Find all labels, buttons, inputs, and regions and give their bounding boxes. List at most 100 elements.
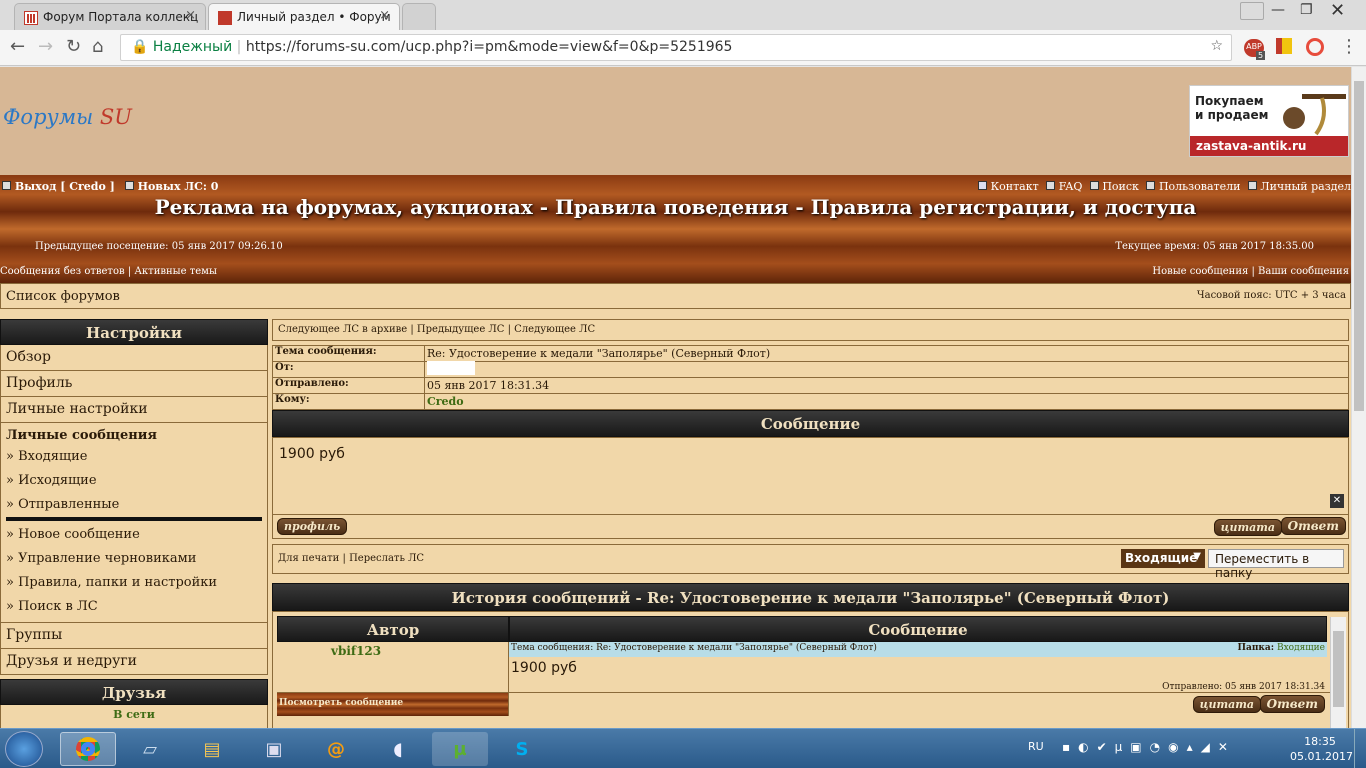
sidebar-item-drafts[interactable]: » Управление черновиками (6, 547, 262, 571)
close-tab-icon[interactable]: × (379, 8, 390, 23)
sidebar-item-rules[interactable]: » Правила, папки и настройки (6, 571, 262, 595)
history-quote-button[interactable]: цитата (1192, 696, 1261, 713)
new-posts-link[interactable]: Новые сообщения (1152, 266, 1248, 277)
search-link[interactable]: Поиск (1102, 180, 1139, 193)
home-icon[interactable]: ⌂ (92, 36, 103, 57)
system-clock[interactable]: 18:35 05.01.2017 (1290, 734, 1353, 764)
restore-icon[interactable]: ❐ (1300, 2, 1313, 18)
sidebar-item-profile[interactable]: Профиль (0, 371, 268, 397)
extension-target-icon[interactable] (1306, 38, 1324, 56)
history-body: 1900 руб (511, 660, 577, 676)
history-scroll-thumb[interactable] (1333, 631, 1344, 707)
clock-time: 18:35 (1304, 735, 1336, 748)
prev-pm-link[interactable]: Предыдущее ЛС (417, 324, 505, 335)
sidebar-item-inbox[interactable]: » Входящие (6, 445, 262, 469)
move-to-folder-button[interactable]: Переместить в папку (1208, 549, 1344, 580)
extension-flag-icon[interactable] (1276, 38, 1292, 54)
sidebar-item-compose[interactable]: » Новое сообщение (6, 523, 262, 547)
pm-section-title: Личные сообщения (6, 428, 158, 443)
forward-icon[interactable]: → (38, 36, 53, 57)
notes-taskbar-icon[interactable]: ▱ (122, 732, 178, 766)
view-message-link[interactable]: Посмотреть сообщение (277, 693, 509, 716)
quote-button[interactable]: цитата (1213, 519, 1282, 536)
next-pm-link[interactable]: Следующее ЛС (514, 324, 595, 335)
sidebar-item-sent[interactable]: » Отправленные (6, 493, 262, 517)
close-window-icon[interactable]: ✕ (1330, 0, 1345, 21)
next-archive-link[interactable]: Следующее ЛС в архиве (278, 324, 407, 335)
folder-select[interactable]: Входящие ▼ (1121, 549, 1205, 568)
history-folder-link[interactable]: Входящие (1277, 643, 1325, 653)
logout-icon (2, 181, 11, 190)
ad-site-label: zastava-antik.ru (1190, 136, 1348, 156)
pm-nav: Следующее ЛС в архиве | Предыдущее ЛС | … (272, 319, 1349, 341)
history-subject-bar: Тема сообщения: Re: Удостоверение к меда… (509, 642, 1327, 657)
ucp-link[interactable]: Личный раздел (1260, 180, 1351, 193)
breadcrumb: Список форумов Часовой пояс: UTC + 3 час… (0, 283, 1351, 309)
secure-label: Надежный (152, 39, 233, 55)
new-tab-button[interactable] (402, 3, 436, 30)
start-button[interactable] (5, 731, 43, 767)
reload-icon[interactable]: ↻ (66, 36, 81, 57)
report-icon[interactable]: ✕ (1330, 494, 1344, 508)
history-header: История сообщений - Re: Удостоверение к … (272, 583, 1349, 611)
unanswered-link[interactable]: Сообщения без ответов (0, 266, 125, 277)
minimize-icon[interactable]: — (1271, 2, 1285, 18)
new-pm-link[interactable]: Новых ЛС: 0 (138, 180, 219, 193)
history-actions: Посмотреть сообщение цитата Ответ (277, 692, 1344, 716)
message-body: 1900 руб ✕ (272, 437, 1349, 515)
history-scrollbar[interactable] (1330, 617, 1346, 728)
network-taskbar-icon[interactable]: ▣ (246, 732, 302, 766)
browser-toolbar: ← → ↻ ⌂ 🔒 Надежный | https://forums-su.c… (0, 30, 1366, 66)
history-reply-button[interactable]: Ответ (1259, 695, 1325, 713)
browser-tab-forum[interactable]: Форум Портала коллекц × (14, 3, 206, 30)
sidebar-item-friends[interactable]: Друзья и недруги (0, 649, 268, 675)
sidebar-item-overview[interactable]: Обзор (0, 345, 268, 371)
site-logo[interactable]: Форумы SU (3, 105, 132, 129)
site-title[interactable]: Реклама на форумах, аукционах - Правила … (0, 195, 1351, 219)
browser-tab-personal[interactable]: Личный раздел • Форум × (208, 3, 400, 30)
faq-link[interactable]: FAQ (1059, 180, 1083, 193)
pm-folder-actions: Для печати | Переслать ЛС Входящие ▼ Пере… (272, 544, 1349, 580)
sound-taskbar-icon[interactable]: ◖ (370, 732, 426, 766)
ad-line2: и продаем (1195, 108, 1269, 122)
skype-taskbar-icon[interactable]: S (494, 732, 550, 766)
mail-taskbar-icon[interactable]: @ (308, 732, 364, 766)
explorer-taskbar-icon[interactable]: ▤ (184, 732, 240, 766)
active-topics-link[interactable]: Активные темы (134, 266, 217, 277)
page-scroll-thumb[interactable] (1354, 81, 1364, 411)
user-profile-icon[interactable] (1240, 2, 1264, 20)
contact-link[interactable]: Контакт (991, 180, 1039, 193)
print-link[interactable]: Для печати (278, 553, 339, 564)
chrome-taskbar-icon[interactable] (60, 732, 116, 766)
back-icon[interactable]: ← (10, 36, 25, 57)
address-bar[interactable]: 🔒 Надежный | https://forums-su.com/ucp.p… (120, 34, 1232, 61)
history-author-link[interactable]: vbif123 (277, 642, 509, 692)
to-user-link[interactable]: Credo (425, 395, 464, 408)
contact-icon (978, 181, 988, 190)
logout-link[interactable]: Выход [ Credo ] (15, 180, 115, 193)
from-value (427, 361, 475, 375)
sidebar-item-preferences[interactable]: Личные настройки (0, 397, 268, 423)
sidebar-item-groups[interactable]: Группы (0, 623, 268, 649)
your-posts-link[interactable]: Ваши сообщения (1258, 266, 1349, 277)
sidebar-item-outbox[interactable]: » Исходящие (6, 469, 262, 493)
utorrent-taskbar-icon[interactable]: µ (432, 732, 488, 766)
profile-button[interactable]: профиль (277, 518, 348, 535)
language-indicator[interactable]: RU (1028, 740, 1044, 753)
history-folder-label: Папка: (1237, 643, 1275, 653)
members-link[interactable]: Пользователи (1159, 180, 1240, 193)
reply-button[interactable]: Ответ (1280, 517, 1346, 535)
menu-icon[interactable]: ⋮ (1340, 36, 1358, 57)
tray-icons[interactable]: ▪◐✔μ▣◔◉▴◢✕ (1062, 740, 1236, 754)
forum-list-link[interactable]: Список форумов (6, 289, 120, 304)
sent-value: 05 янв 2017 18:31.34 (427, 379, 550, 392)
close-tab-icon[interactable]: × (185, 8, 196, 23)
search-icon (1089, 181, 1099, 190)
author-column-header: Автор (277, 616, 509, 642)
show-desktop-button[interactable] (1354, 729, 1366, 768)
sidebar-item-pm-search[interactable]: » Поиск в ЛС (6, 595, 262, 619)
forward-link[interactable]: Переслать ЛС (349, 553, 424, 564)
bookmark-star-icon[interactable]: ☆ (1210, 38, 1223, 54)
page-scrollbar[interactable] (1351, 67, 1366, 728)
ad-banner[interactable]: Покупаем и продаем zastava-antik.ru (1189, 85, 1349, 157)
